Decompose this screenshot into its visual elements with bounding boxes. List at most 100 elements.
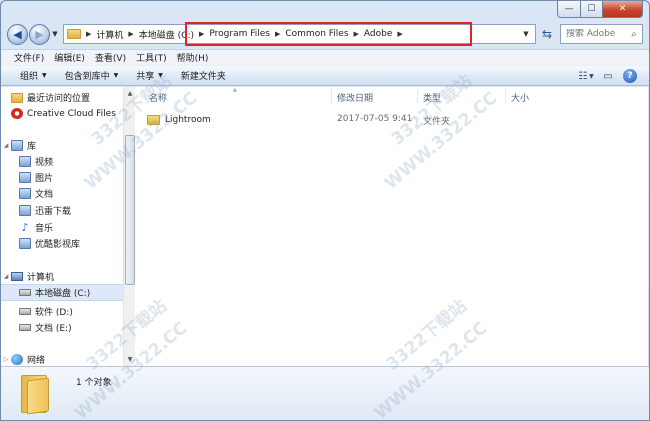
network-icon: [11, 354, 23, 365]
crumb-separator-icon[interactable]: ▶: [128, 30, 133, 38]
breadcrumb-adobe[interactable]: Adobe: [364, 29, 392, 39]
nav-item-label: 音乐: [35, 224, 54, 234]
preview-pane-icon: ▭: [603, 70, 613, 82]
download-library-icon: [19, 205, 31, 216]
close-button[interactable]: ✕: [603, 1, 643, 18]
refresh-button[interactable]: ⇆: [537, 24, 557, 44]
chevron-down-icon: ▼: [589, 72, 594, 80]
recent-pages-dropdown[interactable]: ▼: [50, 30, 60, 38]
file-type: 文件夹: [423, 117, 451, 127]
preview-pane-button[interactable]: ▭: [597, 68, 619, 84]
menu-file[interactable]: 文件(F): [9, 51, 49, 64]
refresh-icon: ⇆: [541, 27, 553, 41]
nav-item-label: 计算机: [27, 273, 55, 283]
crumb-separator-icon[interactable]: ▶: [199, 30, 204, 38]
column-header-type[interactable]: 类型: [423, 91, 441, 104]
organize-label: 组织: [20, 72, 39, 82]
nav-item-label: 迅雷下载: [35, 207, 72, 217]
expand-triangle-icon[interactable]: ◢: [1, 273, 11, 280]
breadcrumb-common-files[interactable]: Common Files: [285, 29, 348, 39]
nav-item-documents[interactable]: 文档: [1, 185, 123, 202]
explorer-window: — ☐ ✕ ◀ ▶ ▼ ▶ 计算机 ▶ 本地磁盘 (C:) ▶ Program …: [0, 0, 650, 421]
forward-arrow-icon: ▶: [35, 27, 44, 41]
breadcrumb-computer[interactable]: 计算机: [96, 28, 123, 41]
back-button[interactable]: ◀: [7, 23, 28, 45]
nav-item-recent[interactable]: 最近访问的位置: [1, 89, 123, 106]
search-box[interactable]: ⌕: [560, 24, 643, 44]
maximize-button[interactable]: ☐: [581, 1, 603, 18]
forward-button[interactable]: ▶: [29, 23, 50, 45]
folder-icon: [147, 115, 160, 125]
navigation-scrollbar[interactable]: ▲ ▼: [123, 87, 135, 366]
nav-item-videos[interactable]: 视频: [1, 153, 123, 170]
minimize-button[interactable]: —: [557, 1, 581, 18]
menu-view[interactable]: 查看(V): [90, 51, 131, 64]
nav-item-creative-cloud[interactable]: Creative Cloud Files: [1, 105, 123, 122]
new-folder-button[interactable]: 新建文件夹: [172, 69, 235, 82]
scrollbar-thumb[interactable]: [125, 135, 135, 285]
chevron-down-icon: ▼: [113, 72, 119, 79]
menu-edit[interactable]: 编辑(E): [49, 51, 90, 64]
expand-triangle-icon[interactable]: ◢: [1, 142, 11, 149]
column-header-name[interactable]: 名称: [149, 91, 167, 104]
nav-item-drive-e[interactable]: 文档 (E:): [1, 319, 123, 336]
nav-item-music[interactable]: ♪ 音乐: [1, 219, 123, 236]
library-icon: [11, 140, 23, 151]
chevron-down-icon: ▼: [158, 72, 163, 79]
nav-item-network[interactable]: ▷ 网络: [1, 351, 123, 366]
file-name: Lightroom: [165, 115, 211, 125]
crumb-separator-icon[interactable]: ▶: [397, 30, 402, 38]
address-history-dropdown[interactable]: ▼: [517, 25, 535, 43]
column-header-size[interactable]: 大小: [511, 91, 529, 104]
nav-item-label: 网络: [27, 356, 46, 366]
include-in-library-button[interactable]: 包含到库中 ▼: [56, 69, 128, 82]
nav-item-label: 库: [27, 142, 37, 152]
help-icon: ?: [623, 69, 637, 83]
navigation-pane: 最近访问的位置 Creative Cloud Files ◢ 库 视频 图片 文…: [1, 87, 123, 366]
breadcrumb-label: Program Files: [209, 29, 270, 39]
picture-library-icon: [19, 172, 31, 183]
help-button[interactable]: ?: [619, 68, 641, 84]
document-library-icon: [19, 188, 31, 199]
breadcrumb-program-files[interactable]: Program Files: [209, 29, 270, 39]
file-modified-date: 2017-07-05 9:41: [337, 114, 413, 124]
breadcrumb-label: 计算机: [96, 30, 124, 41]
nav-item-pictures[interactable]: 图片: [1, 169, 123, 186]
breadcrumb-label: 本地磁盘 (C:): [138, 30, 194, 41]
nav-item-youku[interactable]: 优酷影视库: [1, 235, 123, 252]
menu-help[interactable]: 帮助(H): [172, 51, 214, 64]
nav-item-libraries[interactable]: ◢ 库: [1, 137, 123, 154]
search-input[interactable]: [566, 29, 626, 39]
menu-tools[interactable]: 工具(T): [131, 51, 172, 64]
crumb-separator-icon[interactable]: ▶: [275, 30, 280, 38]
nav-item-drive-c[interactable]: 本地磁盘 (C:): [1, 284, 123, 301]
creative-cloud-icon: [11, 108, 23, 119]
address-bar[interactable]: ▶ 计算机 ▶ 本地磁盘 (C:) ▶ Program Files ▶ Comm…: [63, 22, 536, 46]
crumb-separator-icon[interactable]: ▶: [354, 30, 359, 38]
expand-triangle-icon[interactable]: ▷: [1, 356, 11, 363]
video-library-icon: [19, 238, 31, 249]
folder-icon: [67, 29, 81, 39]
breadcrumb-drive-c[interactable]: 本地磁盘 (C:): [139, 28, 194, 41]
nav-item-label: Creative Cloud Files: [27, 108, 116, 119]
nav-item-label: 本地磁盘 (C:): [35, 289, 91, 299]
nav-item-drive-d[interactable]: 软件 (D:): [1, 303, 123, 320]
chevron-down-icon: ▼: [52, 30, 58, 38]
video-library-icon: [19, 156, 31, 167]
crumb-separator-icon[interactable]: ▶: [86, 30, 91, 38]
nav-item-computer[interactable]: ◢ 计算机: [1, 268, 123, 285]
command-bar: 组织 ▼ 包含到库中 ▼ 共享 ▼ 新建文件夹 ☷ ▼ ▭ ?: [1, 65, 649, 86]
share-button[interactable]: 共享 ▼: [127, 69, 172, 82]
breadcrumb-label: Adobe: [363, 29, 393, 39]
nav-item-label: 最近访问的位置: [27, 94, 91, 104]
chevron-down-icon: ▼: [523, 30, 529, 38]
organize-button[interactable]: 组织 ▼: [11, 69, 56, 82]
column-header-modified[interactable]: 修改日期: [337, 91, 373, 104]
file-list-pane: ▲ 名称 修改日期 类型 大小 Lightroom 2017-07-05 9:4…: [135, 87, 648, 366]
view-options-button[interactable]: ☷ ▼: [575, 68, 597, 84]
sort-indicator-icon: ▲: [233, 87, 237, 93]
search-icon[interactable]: ⌕: [626, 29, 642, 40]
nav-item-xunlei[interactable]: 迅雷下载: [1, 202, 123, 219]
file-row[interactable]: Lightroom: [147, 112, 211, 128]
nav-item-label: 软件 (D:): [35, 308, 73, 318]
